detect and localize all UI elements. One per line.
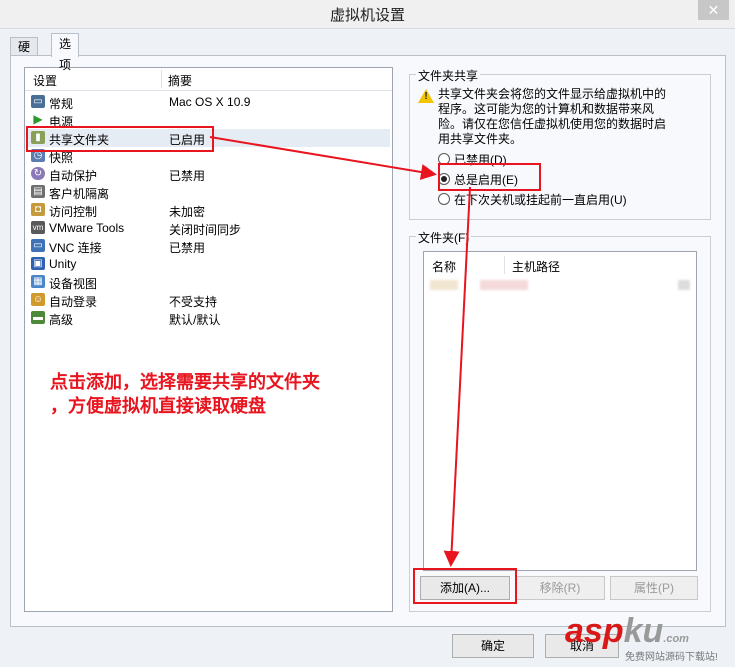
title-bar: 虚拟机设置 ✕ [0, 0, 735, 29]
settings-row-guest-isolation[interactable]: ▤ 客户机隔离 [26, 183, 390, 201]
folder-list[interactable]: 名称 主机路径 [423, 251, 697, 571]
annotation-line-2: ，方便虚拟机直接读取硬盘 [50, 396, 266, 416]
advanced-icon: ▬ [31, 311, 45, 324]
settings-row-vmware-tools[interactable]: vm VMware Tools 关闭时间同步 [26, 219, 390, 237]
column-header-host-path[interactable]: 主机路径 [512, 258, 560, 275]
settings-row-name: 自动登录 [49, 295, 98, 309]
settings-row-name: 设备视图 [49, 277, 98, 291]
settings-row-name: 快照 [49, 151, 74, 165]
tab-hardware[interactable]: 硬件 [10, 37, 39, 72]
settings-row-name: 电源 [49, 115, 74, 129]
radio-label: 在下次关机或挂起前一直启用(U) [454, 193, 627, 207]
add-folder-button[interactable]: 添加(A)... [420, 576, 510, 600]
vmware-tools-icon: vm [31, 221, 45, 234]
settings-row-unity[interactable]: ▣ Unity [26, 255, 390, 273]
watermark-logo-text: aspku.com [565, 612, 689, 650]
warning-mark: ! [424, 91, 428, 102]
folder-sharing-title: 文件夹共享 [416, 67, 481, 84]
shared-folder-icon: ▮ [31, 131, 45, 144]
settings-row-summary: 已禁用 [169, 241, 206, 255]
settings-row-summary: 不受支持 [169, 295, 218, 309]
settings-row-summary: 未加密 [169, 205, 206, 219]
settings-row-name: 常规 [49, 97, 74, 111]
column-divider [504, 256, 505, 274]
warning-text: 共享文件夹会将您的文件显示给虚拟机中的程序。这可能为您的计算机和数据带来风险。请… [438, 87, 667, 146]
settings-row-name: Unity [49, 257, 77, 271]
column-header-setting[interactable]: 设置 [33, 72, 57, 89]
settings-row-advanced[interactable]: ▬ 高级 默认/默认 [26, 309, 390, 327]
settings-row-snapshots[interactable]: ◷ 快照 [26, 147, 390, 165]
settings-row-name: 客户机隔离 [49, 187, 110, 201]
window-title: 虚拟机设置 [329, 7, 405, 24]
settings-row-autoprotect[interactable]: ↻ 自动保护 已禁用 [26, 165, 390, 183]
settings-row-shared-folders[interactable]: ▮ 共享文件夹 已启用 [26, 129, 390, 147]
users-icon: ☺ [31, 293, 45, 306]
tab-options[interactable]: 选项 [51, 33, 80, 72]
remove-folder-button[interactable]: 移除(R) [515, 576, 605, 600]
settings-list-header: 设置 摘要 [25, 68, 392, 91]
unity-icon: ▣ [31, 257, 45, 270]
settings-row-name: 访问控制 [49, 205, 98, 219]
power-play-icon: ▶ [33, 112, 43, 126]
settings-row-summary: 已禁用 [169, 169, 206, 183]
settings-row-summary: 关闭时间同步 [169, 223, 242, 237]
settings-row-power[interactable]: ▶ 电源 [26, 111, 390, 130]
settings-row-device-view[interactable]: ▦ 设备视图 [26, 273, 390, 291]
lock-icon: ◘ [31, 203, 45, 216]
radio-button-checked[interactable] [438, 173, 450, 185]
blurred-host-path-end [678, 280, 690, 290]
monitor-icon: ▭ [31, 95, 45, 108]
folders-group: 文件夹(F) 名称 主机路径 添加(A)... 移除(R) 属性(P) [409, 229, 711, 612]
column-header-name[interactable]: 名称 [432, 258, 456, 275]
close-button[interactable]: ✕ [698, 0, 729, 20]
settings-row-general[interactable]: ▭ 常规 Mac OS X 10.9 [26, 93, 390, 111]
column-divider [161, 70, 162, 88]
vnc-icon: ▭ [31, 239, 45, 252]
blurred-host-path [480, 280, 528, 290]
radio-button[interactable] [438, 153, 450, 165]
settings-row-name: 自动保护 [49, 169, 98, 183]
isolation-icon: ▤ [31, 185, 45, 198]
settings-row-summary: 默认/默认 [169, 313, 221, 327]
blurred-folder-name [430, 280, 458, 290]
folders-title: 文件夹(F) [416, 229, 472, 246]
radio-button[interactable] [438, 193, 450, 205]
ok-button[interactable]: 确定 [452, 634, 534, 658]
settings-row-name: 高级 [49, 313, 74, 327]
settings-row-name: VNC 连接 [49, 241, 102, 255]
settings-row-name: 共享文件夹 [49, 133, 110, 147]
radio-label: 总是启用(E) [454, 173, 518, 187]
watermark-logo: aspku.com 免费网站源码下载站! [565, 612, 733, 666]
settings-row-access-control[interactable]: ◘ 访问控制 未加密 [26, 201, 390, 219]
settings-list: 设置 摘要 ▭ 常规 Mac OS X 10.9 ▶ 电源 ▮ 共享文件夹 已启… [24, 67, 393, 612]
column-header-summary[interactable]: 摘要 [168, 72, 192, 89]
snapshot-icon: ◷ [31, 149, 45, 162]
folder-properties-button[interactable]: 属性(P) [610, 576, 698, 600]
settings-row-summary: Mac OS X 10.9 [169, 95, 251, 109]
watermark-subtitle: 免费网站源码下载站! [625, 652, 718, 663]
settings-row-name: VMware Tools [49, 221, 125, 235]
autoprotect-icon: ↻ [31, 167, 45, 180]
settings-row-autologin[interactable]: ☺ 自动登录 不受支持 [26, 291, 390, 309]
annotation-line-1: 点击添加，选择需要共享的文件夹 [50, 372, 320, 392]
radio-label: 已禁用(D) [454, 153, 507, 167]
device-view-icon: ▦ [31, 275, 45, 288]
settings-row-summary: 已启用 [169, 133, 206, 147]
folder-sharing-group: 文件夹共享 ! 共享文件夹会将您的文件显示给虚拟机中的程序。这可能为您的计算机和… [409, 67, 711, 220]
settings-row-vnc[interactable]: ▭ VNC 连接 已禁用 [26, 237, 390, 255]
